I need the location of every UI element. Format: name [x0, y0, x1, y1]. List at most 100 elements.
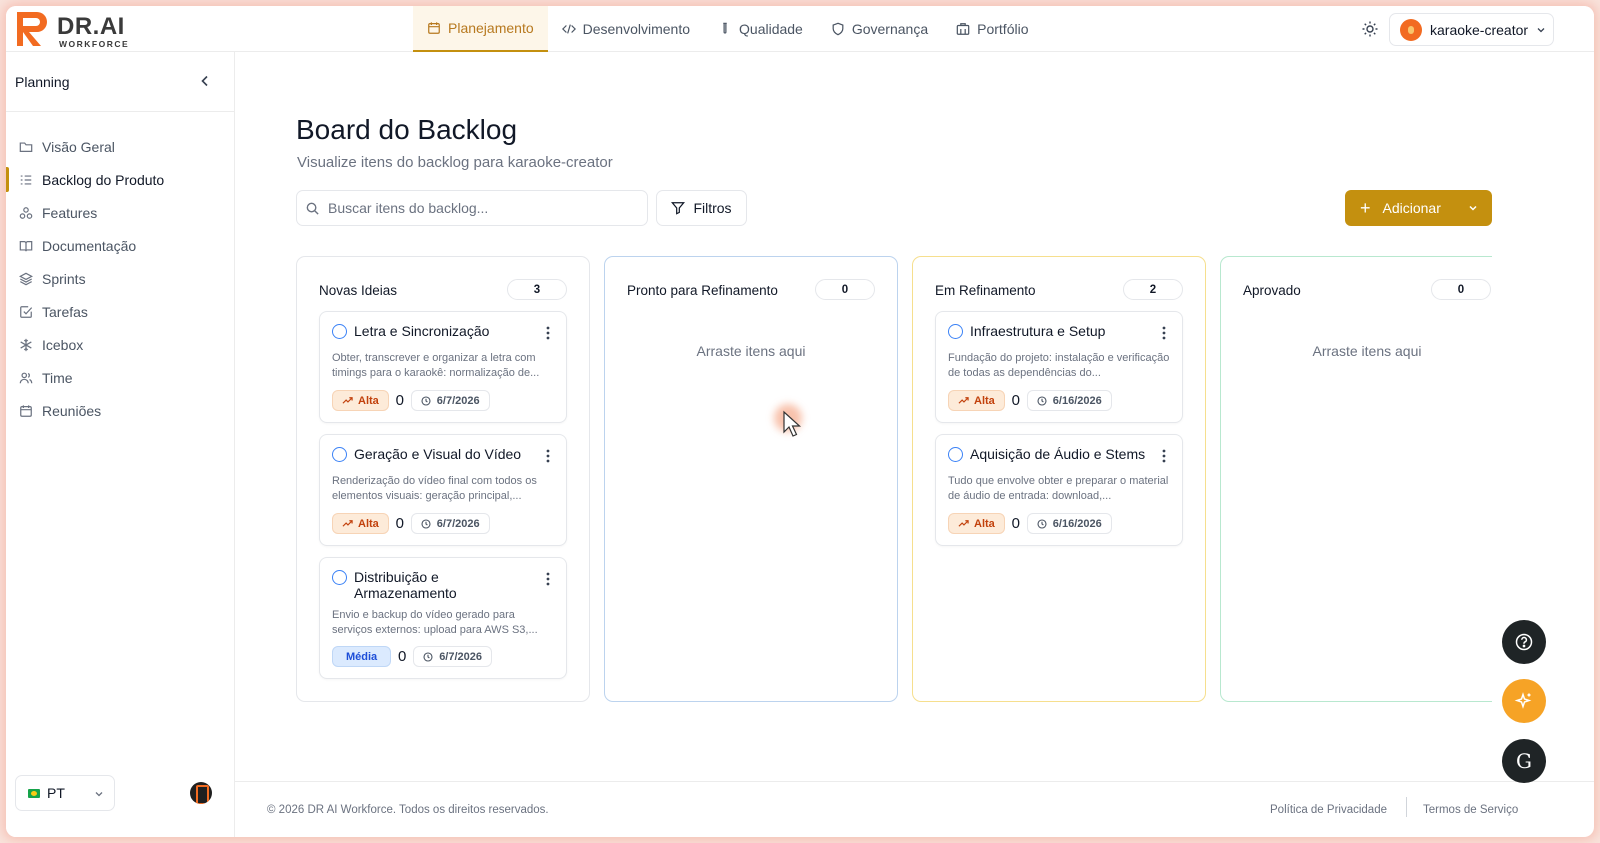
backlog-card[interactable]: Letra e Sincronização Obter, transcrever… — [319, 311, 567, 423]
add-label: Adicionar — [1382, 200, 1441, 216]
backlog-card[interactable]: Geração e Visual do Vídeo Renderização d… — [319, 434, 567, 546]
priority-label: Alta — [358, 517, 379, 530]
more-vertical-icon[interactable] — [546, 572, 550, 586]
search-input[interactable] — [328, 200, 628, 216]
help-button[interactable] — [1502, 620, 1546, 664]
priority-label: Média — [346, 650, 378, 663]
grammarly-button[interactable]: G — [1502, 739, 1546, 783]
sidebar-item-documentacao[interactable]: Documentação — [6, 229, 234, 262]
date-label: 6/16/2026 — [1052, 394, 1102, 407]
nav-label: Planejamento — [448, 20, 534, 36]
sidebar-nav: Visão Geral Backlog do Produto Features … — [6, 112, 234, 427]
priority-label: Alta — [358, 394, 379, 407]
more-vertical-icon[interactable] — [546, 449, 550, 463]
clock-icon — [1037, 518, 1047, 529]
backlog-card[interactable]: Aquisição de Áudio e Stems Tudo que envo… — [935, 434, 1183, 546]
code-icon — [561, 24, 576, 34]
column-count: 0 — [815, 279, 875, 300]
clock-icon — [423, 651, 433, 662]
column-title: Pronto para Refinamento — [627, 283, 778, 298]
sidebar-item-sprints[interactable]: Sprints — [6, 262, 234, 295]
sun-icon[interactable] — [1360, 19, 1380, 39]
ai-assistant-button[interactable] — [1502, 679, 1546, 723]
sidebar-item-label: Tarefas — [42, 303, 88, 320]
nav-tab-qualidade[interactable]: Qualidade — [704, 6, 817, 52]
column-em-refinamento: Em Refinamento 2 Infraestrutura e Setup … — [912, 256, 1206, 702]
sidebar-item-label: Icebox — [42, 336, 84, 353]
sidebar-item-reunioes[interactable]: Reuniões — [6, 394, 234, 427]
filters-label: Filtros — [693, 200, 732, 216]
logo[interactable]: DR.AI WORKFORCE — [15, 10, 135, 49]
sidebar-item-time[interactable]: Time — [6, 361, 234, 394]
more-vertical-icon[interactable] — [1162, 449, 1166, 463]
story-points: 0 — [395, 515, 404, 532]
more-vertical-icon[interactable] — [1162, 326, 1166, 340]
building-icon — [956, 23, 970, 35]
plus-icon: + — [1360, 198, 1371, 218]
sidebar-item-tarefas[interactable]: Tarefas — [6, 295, 234, 328]
layers-icon — [19, 272, 33, 285]
backlog-card[interactable]: Distribuição e Armazenamento Envio e bac… — [319, 557, 567, 679]
list-icon — [20, 174, 32, 185]
language-selector[interactable]: PT — [15, 775, 115, 811]
filters-button[interactable]: Filtros — [656, 190, 747, 226]
date-label: 6/7/2026 — [436, 394, 480, 407]
chevron-down-icon[interactable] — [1468, 203, 1478, 213]
card-description: Tudo que envolve obter e preparar o mate… — [948, 475, 1169, 502]
users-icon — [19, 372, 33, 383]
user-avatar[interactable] — [190, 782, 212, 804]
add-button[interactable]: + Adicionar — [1345, 190, 1492, 226]
nav-tab-portfolio[interactable]: Portfólio — [942, 6, 1042, 52]
brand-name: DR.AI — [57, 13, 125, 40]
column-title: Em Refinamento — [935, 283, 1036, 298]
mouse-pointer-icon — [783, 410, 802, 437]
terms-link[interactable]: Termos de Serviço — [1423, 804, 1518, 816]
card-meta: Alta 0 6/7/2026 — [332, 390, 490, 411]
nav-label: Governança — [851, 21, 929, 37]
nav-tab-planejamento[interactable]: Planejamento — [413, 6, 548, 52]
trending-up-icon — [342, 397, 353, 404]
column-count: 3 — [507, 279, 567, 300]
nav-label: Portfólio — [977, 21, 1029, 37]
main-nav: Planejamento Desenvolvimento Qualidade G… — [413, 6, 1042, 52]
sidebar-item-features[interactable]: Features — [6, 196, 234, 229]
status-circle-icon[interactable] — [332, 570, 347, 585]
app-window: DR.AI WORKFORCE Planejamento Desenvolvim… — [6, 6, 1594, 837]
copyright-text: © 2026 DR AI Workforce. Todos os direito… — [267, 804, 549, 816]
card-title: Geração e Visual do Vídeo — [354, 446, 522, 462]
sidebar-header: Planning — [6, 52, 234, 112]
card-meta: Alta 0 6/16/2026 — [948, 390, 1112, 411]
sidebar-item-backlog[interactable]: Backlog do Produto — [6, 163, 234, 196]
nav-tab-desenvolvimento[interactable]: Desenvolvimento — [548, 6, 704, 52]
search-box — [296, 190, 648, 226]
column-novas-ideias: Novas Ideias 3 Letra e Sincronização Obt… — [296, 256, 590, 702]
sidebar-item-label: Visão Geral — [42, 138, 115, 155]
drop-zone-text: Arraste itens aqui — [1312, 343, 1422, 359]
status-circle-icon[interactable] — [948, 324, 963, 339]
page-title: Board do Backlog — [296, 114, 518, 145]
backlog-card[interactable]: Infraestrutura e Setup Fundação do proje… — [935, 311, 1183, 423]
priority-badge: Alta — [948, 390, 1005, 411]
column-pronto-refinamento: Pronto para Refinamento 0 Arraste itens … — [604, 256, 898, 702]
nav-tab-governanca[interactable]: Governança — [817, 6, 942, 52]
sidebar-item-icebox[interactable]: Icebox — [6, 328, 234, 361]
calendar-icon — [20, 404, 32, 417]
status-circle-icon[interactable] — [332, 324, 347, 339]
language-label: PT — [47, 785, 65, 801]
project-name: karaoke-creator — [1430, 21, 1529, 38]
chevron-left-icon[interactable] — [198, 74, 212, 88]
date-label: 6/7/2026 — [436, 517, 480, 530]
more-vertical-icon[interactable] — [546, 326, 550, 340]
status-circle-icon[interactable] — [332, 447, 347, 462]
status-circle-icon[interactable] — [948, 447, 963, 462]
top-bar: DR.AI WORKFORCE Planejamento Desenvolvim… — [6, 6, 1594, 52]
sidebar-item-visao-geral[interactable]: Visão Geral — [6, 130, 234, 163]
priority-badge: Média — [332, 646, 392, 667]
sidebar-item-label: Backlog do Produto — [42, 171, 165, 188]
trending-up-icon — [342, 520, 353, 527]
story-points: 0 — [395, 392, 404, 409]
privacy-link[interactable]: Política de Privacidade — [1270, 804, 1387, 816]
shapes-icon — [19, 206, 33, 219]
project-selector[interactable]: karaoke-creator — [1389, 13, 1554, 46]
sidebar: Planning Visão Geral Backlog do Produto … — [6, 52, 235, 837]
